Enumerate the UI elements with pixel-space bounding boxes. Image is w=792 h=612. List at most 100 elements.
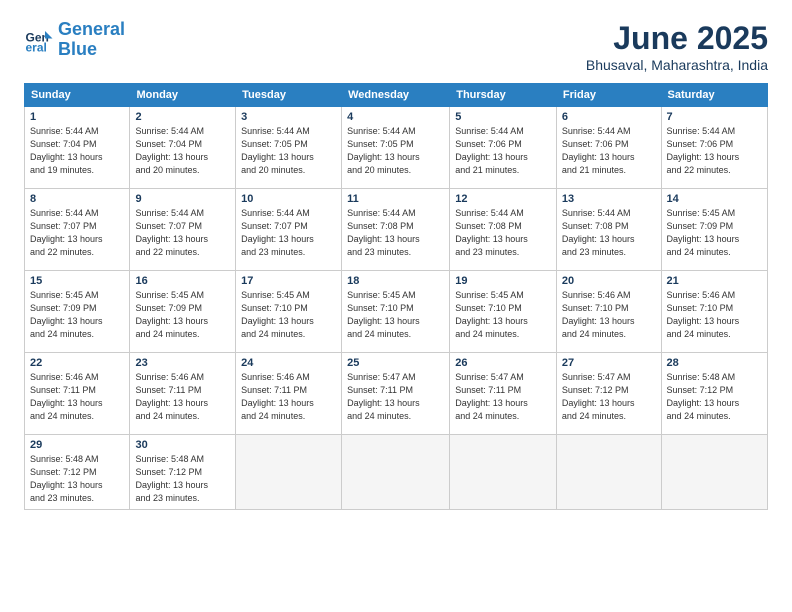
calendar-cell: 15Sunrise: 5:45 AMSunset: 7:09 PMDayligh… [25,271,130,353]
logo-icon: Gen eral [24,25,54,55]
calendar-cell [661,435,767,510]
calendar-cell: 19Sunrise: 5:45 AMSunset: 7:10 PMDayligh… [450,271,557,353]
day-number: 24 [241,357,336,369]
day-number: 21 [667,275,762,287]
day-number: 27 [562,357,656,369]
calendar-cell: 14Sunrise: 5:45 AMSunset: 7:09 PMDayligh… [661,189,767,271]
day-info: Sunrise: 5:48 AMSunset: 7:12 PMDaylight:… [135,453,230,505]
calendar-cell: 11Sunrise: 5:44 AMSunset: 7:08 PMDayligh… [342,189,450,271]
day-info: Sunrise: 5:47 AMSunset: 7:11 PMDaylight:… [455,371,551,423]
weekday-header-wednesday: Wednesday [342,84,450,107]
weekday-header-thursday: Thursday [450,84,557,107]
day-info: Sunrise: 5:48 AMSunset: 7:12 PMDaylight:… [667,371,762,423]
day-info: Sunrise: 5:44 AMSunset: 7:07 PMDaylight:… [135,207,230,259]
day-info: Sunrise: 5:44 AMSunset: 7:08 PMDaylight:… [347,207,444,259]
calendar-cell: 18 Sunrise: 5:45 AMSunset: 7:10 PMDayligh… [342,271,450,353]
day-number: 20 [562,275,656,287]
weekday-header-sunday: Sunday [25,84,130,107]
day-info: Sunrise: 5:44 AMSunset: 7:06 PMDaylight:… [562,125,656,177]
header: Gen eral General Blue June 2025 Bhusaval… [24,20,768,73]
calendar-cell [236,435,342,510]
logo-line2: Blue [58,39,97,59]
week-row-2: 8 Sunrise: 5:44 AMSunset: 7:07 PMDaylight… [25,189,768,271]
day-number: 7 [667,111,762,123]
day-number: 8 [30,193,124,205]
calendar-cell [342,435,450,510]
day-info: Sunrise: 5:45 AMSunset: 7:09 PMDaylight:… [135,289,230,341]
calendar-cell: 9 Sunrise: 5:44 AMSunset: 7:07 PMDaylight… [130,189,236,271]
day-number: 17 [241,275,336,287]
calendar-cell: 12 Sunrise: 5:44 AMSunset: 7:08 PMDayligh… [450,189,557,271]
day-info: Sunrise: 5:45 AMSunset: 7:09 PMDaylight:… [30,289,124,341]
day-info: Sunrise: 5:44 AMSunset: 7:08 PMDaylight:… [455,207,551,259]
weekday-header-saturday: Saturday [661,84,767,107]
day-info: Sunrise: 5:44 AMSunset: 7:04 PMDaylight:… [30,125,124,177]
day-number: 18 [347,275,444,287]
calendar-cell: 5 Sunrise: 5:44 AMSunset: 7:06 PMDaylight… [450,107,557,189]
day-number: 28 [667,357,762,369]
month-title: June 2025 [586,20,768,57]
day-number: 29 [30,439,124,451]
day-info: Sunrise: 5:46 AMSunset: 7:11 PMDaylight:… [135,371,230,423]
calendar-cell: 13Sunrise: 5:44 AMSunset: 7:08 PMDayligh… [556,189,661,271]
calendar-cell: 1 Sunrise: 5:44 AMSunset: 7:04 PMDaylight… [25,107,130,189]
calendar-cell: 28 Sunrise: 5:48 AMSunset: 7:12 PMDayligh… [661,353,767,435]
day-number: 25 [347,357,444,369]
day-number: 22 [30,357,124,369]
week-row-1: 1 Sunrise: 5:44 AMSunset: 7:04 PMDaylight… [25,107,768,189]
calendar-cell: 20 Sunrise: 5:46 AMSunset: 7:10 PMDayligh… [556,271,661,353]
day-number: 16 [135,275,230,287]
day-number: 30 [135,439,230,451]
calendar-cell: 17Sunrise: 5:45 AMSunset: 7:10 PMDayligh… [236,271,342,353]
day-info: Sunrise: 5:44 AMSunset: 7:07 PMDaylight:… [241,207,336,259]
calendar-cell: 8 Sunrise: 5:44 AMSunset: 7:07 PMDaylight… [25,189,130,271]
weekday-header-monday: Monday [130,84,236,107]
day-number: 3 [241,111,336,123]
title-block: June 2025 Bhusaval, Maharashtra, India [586,20,768,73]
weekday-header-row: SundayMondayTuesdayWednesdayThursdayFrid… [25,84,768,107]
week-row-5: 29 Sunrise: 5:48 AMSunset: 7:12 PMDayligh… [25,435,768,510]
day-info: Sunrise: 5:45 AMSunset: 7:09 PMDaylight:… [667,207,762,259]
day-number: 12 [455,193,551,205]
calendar-cell: 2Sunrise: 5:44 AMSunset: 7:04 PMDaylight… [130,107,236,189]
day-info: Sunrise: 5:44 AMSunset: 7:06 PMDaylight:… [667,125,762,177]
day-number: 9 [135,193,230,205]
calendar-cell: 7 Sunrise: 5:44 AMSunset: 7:06 PMDaylight… [661,107,767,189]
calendar-cell: 4Sunrise: 5:44 AMSunset: 7:05 PMDaylight… [342,107,450,189]
day-info: Sunrise: 5:47 AMSunset: 7:11 PMDaylight:… [347,371,444,423]
day-info: Sunrise: 5:47 AMSunset: 7:12 PMDaylight:… [562,371,656,423]
day-info: Sunrise: 5:44 AMSunset: 7:05 PMDaylight:… [241,125,336,177]
day-number: 2 [135,111,230,123]
day-number: 19 [455,275,551,287]
day-info: Sunrise: 5:46 AMSunset: 7:11 PMDaylight:… [241,371,336,423]
day-info: Sunrise: 5:44 AMSunset: 7:07 PMDaylight:… [30,207,124,259]
calendar-cell: 24 Sunrise: 5:46 AMSunset: 7:11 PMDayligh… [236,353,342,435]
weekday-header-tuesday: Tuesday [236,84,342,107]
svg-text:eral: eral [26,40,47,54]
location: Bhusaval, Maharashtra, India [586,57,768,73]
calendar-cell [450,435,557,510]
calendar-table: SundayMondayTuesdayWednesdayThursdayFrid… [24,83,768,510]
day-info: Sunrise: 5:45 AMSunset: 7:10 PMDaylight:… [347,289,444,341]
day-number: 26 [455,357,551,369]
day-info: Sunrise: 5:46 AMSunset: 7:10 PMDaylight:… [562,289,656,341]
calendar-cell: 26 Sunrise: 5:47 AMSunset: 7:11 PMDayligh… [450,353,557,435]
day-info: Sunrise: 5:46 AMSunset: 7:10 PMDaylight:… [667,289,762,341]
logo-line1: General [58,19,125,39]
calendar-cell: 30 Sunrise: 5:48 AMSunset: 7:12 PMDayligh… [130,435,236,510]
calendar-cell: 6Sunrise: 5:44 AMSunset: 7:06 PMDaylight… [556,107,661,189]
calendar-cell [556,435,661,510]
calendar-cell: 23Sunrise: 5:46 AMSunset: 7:11 PMDayligh… [130,353,236,435]
week-row-3: 15Sunrise: 5:45 AMSunset: 7:09 PMDayligh… [25,271,768,353]
logo-text: General Blue [58,20,125,60]
day-number: 5 [455,111,551,123]
week-row-4: 22 Sunrise: 5:46 AMSunset: 7:11 PMDayligh… [25,353,768,435]
day-number: 13 [562,193,656,205]
calendar-cell: 25 Sunrise: 5:47 AMSunset: 7:11 PMDayligh… [342,353,450,435]
page: Gen eral General Blue June 2025 Bhusaval… [0,0,792,612]
calendar-cell: 21 Sunrise: 5:46 AMSunset: 7:10 PMDayligh… [661,271,767,353]
calendar-cell: 29Sunrise: 5:48 AMSunset: 7:12 PMDayligh… [25,435,130,510]
day-info: Sunrise: 5:44 AMSunset: 7:06 PMDaylight:… [455,125,551,177]
day-number: 10 [241,193,336,205]
day-number: 1 [30,111,124,123]
